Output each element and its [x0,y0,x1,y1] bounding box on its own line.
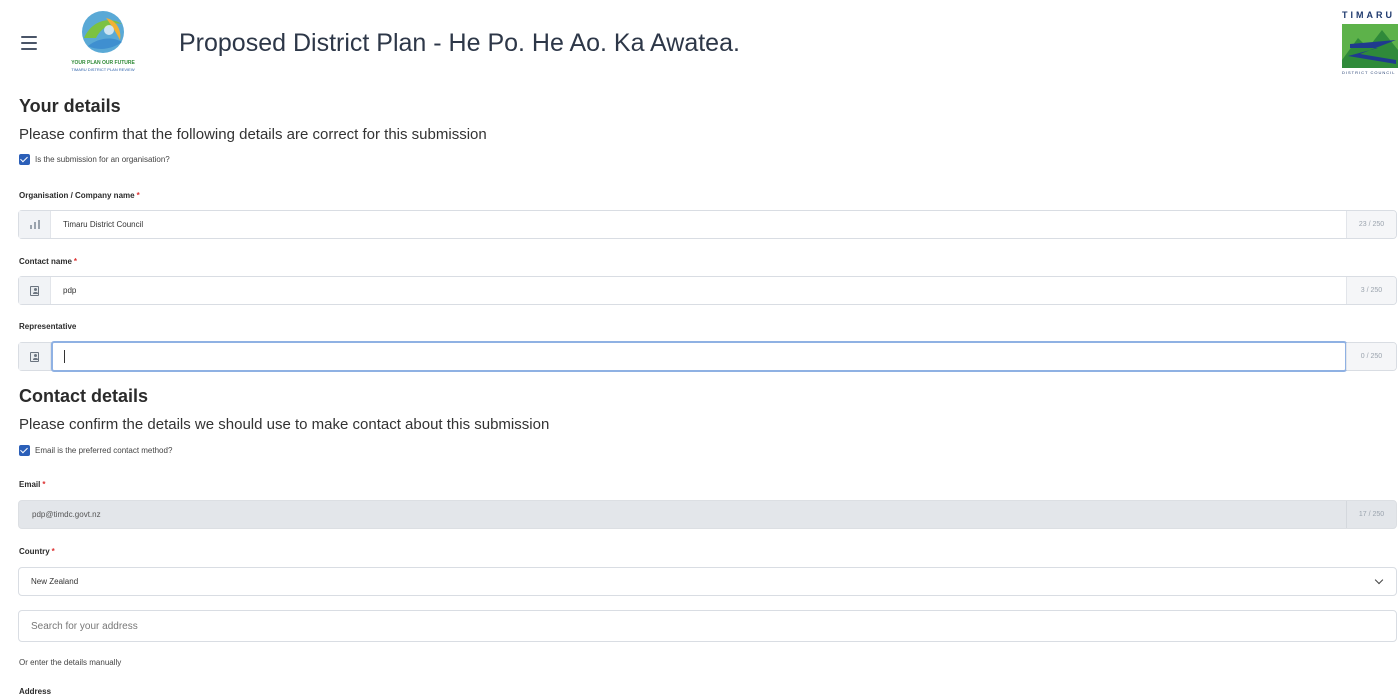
person-card-icon [19,277,51,304]
address-search-input[interactable] [19,611,1396,641]
email-preferred-checkbox-row[interactable]: Email is the preferred contact method? [19,444,172,456]
required-marker: * [51,547,55,556]
representative-label: Representative [19,322,77,331]
contact-name-value[interactable]: pdp [63,277,76,304]
country-selected-value: New Zealand [31,577,79,586]
required-marker: * [42,480,46,489]
your-plan-logo[interactable]: YOUR PLAN OUR FUTURE TIMARU DISTRICT PLA… [62,8,144,76]
organisation-name-value[interactable]: Timaru District Council [63,211,143,238]
building-icon [19,211,51,238]
council-emblem-icon [1342,24,1398,68]
organisation-checkbox[interactable] [19,153,30,165]
enter-manually-link[interactable]: Or enter the details manually [19,658,121,667]
required-marker: * [73,257,78,266]
representative-input[interactable] [51,341,1347,372]
country-label: Country * [19,547,55,556]
contact-name-label: Contact name * [19,257,77,266]
email-value: pdp@timdc.govt.nz [32,510,101,519]
hamburger-menu-icon[interactable] [21,36,37,50]
your-details-description: Please confirm that the following detail… [19,126,487,143]
top-bar: YOUR PLAN OUR FUTURE TIMARU DISTRICT PLA… [0,0,1400,90]
contact-name-field[interactable]: pdp 3 / 250 [18,276,1397,305]
timaru-council-logo[interactable]: TIMARU DISTRICT COUNCIL [1338,8,1400,88]
address-label: Address [19,687,52,696]
person-card-icon [19,343,51,370]
council-logo-subtext: DISTRICT COUNCIL [1342,70,1396,75]
country-label-text: Country [19,547,50,556]
contact-details-heading: Contact details [19,386,149,406]
organisation-checkbox-row[interactable]: Is the submission for an organisation? [19,153,170,165]
email-preferred-checkbox[interactable] [19,444,30,456]
chevron-down-icon[interactable] [1374,575,1384,585]
organisation-checkbox-label: Is the submission for an organisation? [35,154,170,164]
email-label: Email * [19,480,45,489]
email-label-text: Email [19,480,41,489]
character-counter: 3 / 250 [1346,277,1396,304]
logo-subcaption: TIMARU DISTRICT PLAN REVIEW [71,67,135,72]
required-marker: * [136,191,140,200]
organisation-name-label-text: Organisation / Company name [19,191,135,200]
email-field: pdp@timdc.govt.nz 17 / 250 [18,500,1397,529]
logo-caption: YOUR PLAN OUR FUTURE [71,60,135,66]
text-cursor [64,350,65,363]
contact-name-label-text: Contact name [19,257,72,266]
character-counter: 0 / 250 [1346,343,1396,370]
email-preferred-checkbox-label: Email is the preferred contact method? [35,445,173,455]
globe-logo-icon [82,11,124,53]
council-logo-wordmark: TIMARU [1342,10,1395,20]
organisation-name-field[interactable]: Timaru District Council 23 / 250 [18,210,1397,239]
organisation-name-label: Organisation / Company name * [19,191,140,200]
representative-field[interactable]: 0 / 250 [18,341,1397,372]
character-counter: 23 / 250 [1346,211,1396,238]
character-counter: 17 / 250 [1346,501,1396,528]
address-search-field[interactable] [18,610,1397,642]
your-details-heading: Your details [19,96,121,116]
contact-details-description: Please confirm the details we should use… [19,416,550,433]
page-title: Proposed District Plan - He Po. He Ao. K… [179,29,740,57]
country-select[interactable]: New Zealand [18,567,1397,596]
